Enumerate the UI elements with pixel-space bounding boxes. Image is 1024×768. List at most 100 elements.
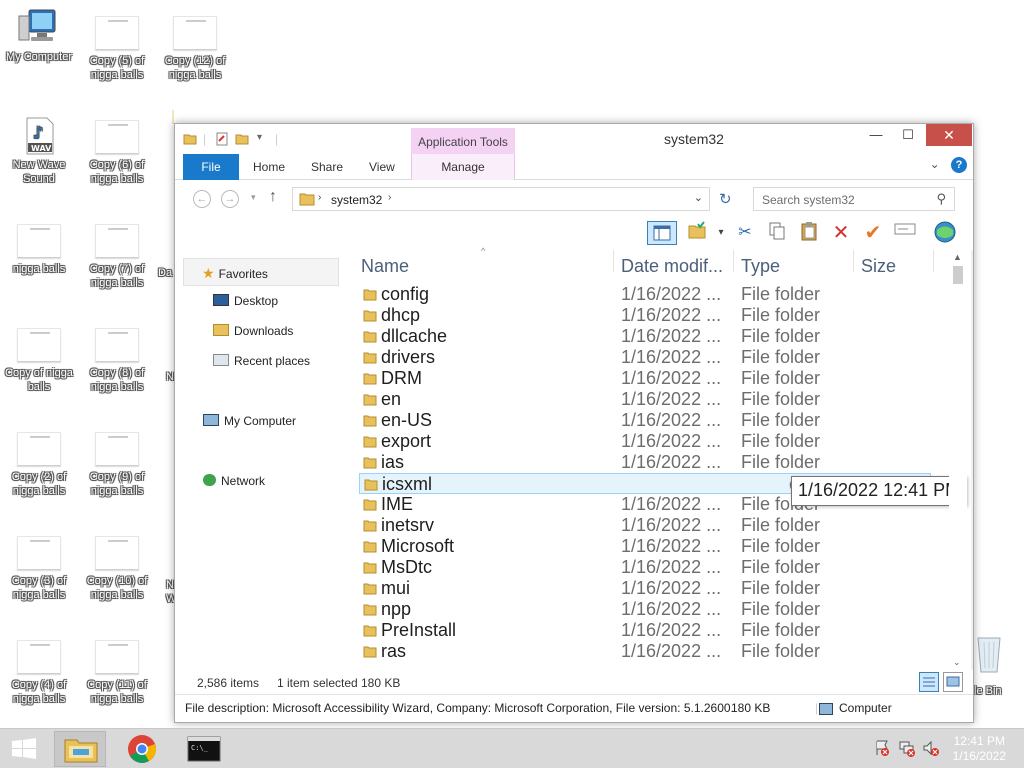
scroll-down-icon[interactable]: ⌄ xyxy=(953,657,961,668)
large-icons-view-button[interactable] xyxy=(943,672,963,692)
file-row[interactable]: mui 1/16/2022 ... File folder xyxy=(359,578,931,599)
file-row[interactable]: dhcp 1/16/2022 ... File folder xyxy=(359,305,931,326)
file-row[interactable]: en 1/16/2022 ... File folder xyxy=(359,389,931,410)
cut-icon[interactable]: ✂ xyxy=(733,221,757,245)
options-dropdown-icon[interactable]: ▾ xyxy=(709,221,733,245)
globe-icon[interactable] xyxy=(933,221,957,245)
nav-downloads[interactable]: Downloads xyxy=(213,324,293,338)
tab-home[interactable]: Home xyxy=(241,154,297,180)
desktop-icon-wave[interactable]: ♪ WAV New Wave Sound xyxy=(0,116,78,186)
file-row[interactable]: npp 1/16/2022 ... File folder xyxy=(359,599,931,620)
file-row[interactable]: drivers 1/16/2022 ... File folder xyxy=(359,347,931,368)
file-row[interactable]: ias 1/16/2022 ... File folder xyxy=(359,452,931,473)
copy-icon[interactable] xyxy=(765,221,789,245)
expand-ribbon-icon[interactable]: ⌄ xyxy=(930,157,940,171)
scroll-up-icon[interactable]: ▲ xyxy=(953,252,962,262)
desktop-icon-file[interactable]: Copy (6) of nigga balls xyxy=(78,116,156,186)
tab-file[interactable]: File xyxy=(183,154,239,180)
preview-pane-button[interactable] xyxy=(647,221,677,245)
taskbar-chrome[interactable] xyxy=(116,731,168,767)
desktop-icon-file[interactable]: Copy (8) of nigga balls xyxy=(78,324,156,394)
scrollbar-thumb[interactable] xyxy=(953,266,963,284)
file-row[interactable]: config 1/16/2022 ... File folder xyxy=(359,284,931,305)
breadcrumb-arrow-icon[interactable]: › xyxy=(388,192,391,203)
address-dropdown-icon[interactable]: ⌄ xyxy=(694,191,703,204)
folder-icon xyxy=(363,289,377,301)
column-header-type[interactable]: Type xyxy=(741,256,780,277)
vertical-scrollbar[interactable]: ▲ ⌄ xyxy=(949,250,967,670)
file-row[interactable]: Microsoft 1/16/2022 ... File folder xyxy=(359,536,931,557)
breadcrumb-arrow-icon[interactable]: › xyxy=(318,192,321,203)
file-row[interactable]: ras 1/16/2022 ... File folder xyxy=(359,641,931,662)
volume-muted-icon[interactable] xyxy=(922,739,940,757)
navigation-pane: ★ Favorites Desktop Downloads Recent plac… xyxy=(175,250,351,670)
folder-icon xyxy=(363,583,377,595)
desktop-icon-recycle-bin[interactable]: le Bin xyxy=(974,634,1024,697)
title-bar[interactable]: | ▾ | Application Tools system32 — ☐ ✕ xyxy=(175,124,973,154)
desktop-icon-file[interactable]: Copy (11) of nigga balls xyxy=(78,636,156,706)
nav-network[interactable]: Network xyxy=(203,474,265,488)
help-icon[interactable]: ? xyxy=(951,157,967,173)
file-row[interactable]: en-US 1/16/2022 ... File folder xyxy=(359,410,931,431)
forward-button[interactable]: → xyxy=(221,190,239,208)
desktop-icon-file[interactable]: nigga balls xyxy=(0,220,78,276)
file-row[interactable]: dllcache 1/16/2022 ... File folder xyxy=(359,326,931,347)
nav-recent-places[interactable]: Recent places xyxy=(213,354,310,368)
refresh-icon[interactable]: ↻ xyxy=(719,190,732,208)
file-type: File folder xyxy=(741,389,821,409)
recent-locations-icon[interactable]: ▾ xyxy=(251,192,256,203)
desktop-icon-my-computer[interactable]: My Computer xyxy=(0,8,78,64)
nav-favorites[interactable]: ★ Favorites xyxy=(183,258,339,286)
column-divider[interactable] xyxy=(613,250,614,272)
column-header-size[interactable]: Size xyxy=(861,256,896,277)
tab-share[interactable]: Share xyxy=(299,154,355,180)
properties-check-icon[interactable]: ✔ xyxy=(861,221,885,245)
file-row[interactable]: DRM 1/16/2022 ... File folder xyxy=(359,368,931,389)
folder-icon xyxy=(363,394,377,406)
paste-icon[interactable] xyxy=(797,221,821,245)
taskbar-clock[interactable]: 12:41 PM 1/16/2022 xyxy=(953,734,1006,764)
network-status-icon[interactable] xyxy=(898,739,916,757)
search-placeholder: Search system32 xyxy=(762,193,855,207)
folder-options-icon[interactable] xyxy=(685,221,709,245)
desktop-icon-file[interactable]: Copy (3) of nigga balls xyxy=(0,532,78,602)
column-divider[interactable] xyxy=(733,250,734,272)
delete-icon[interactable]: ✕ xyxy=(829,221,853,245)
action-center-icon[interactable] xyxy=(874,739,890,757)
nav-my-computer[interactable]: My Computer xyxy=(203,414,296,428)
desktop-icon-file[interactable]: Copy (10) of nigga balls xyxy=(78,532,156,602)
tab-view[interactable]: View xyxy=(357,154,407,180)
minimize-button[interactable]: — xyxy=(859,124,893,146)
file-row[interactable]: inetsrv 1/16/2022 ... File folder xyxy=(359,515,931,536)
folder-icon xyxy=(363,646,377,658)
desktop-icon-file[interactable]: Copy (2) of nigga balls xyxy=(0,428,78,498)
start-button[interactable] xyxy=(0,731,48,767)
file-row[interactable]: PreInstall 1/16/2022 ... File folder xyxy=(359,620,931,641)
desktop-icon-file[interactable]: Copy of nigga balls xyxy=(0,324,78,394)
file-row[interactable]: MsDtc 1/16/2022 ... File folder xyxy=(359,557,931,578)
desktop-icon-file[interactable]: Copy (9) of nigga balls xyxy=(78,428,156,498)
search-input[interactable]: Search system32 ⚲ xyxy=(753,187,955,211)
column-divider[interactable] xyxy=(853,250,854,272)
column-header-date[interactable]: Date modif... xyxy=(621,256,723,277)
taskbar-command-prompt[interactable]: C:\_ xyxy=(178,731,230,767)
up-button[interactable]: ↑ xyxy=(269,188,277,206)
nav-desktop[interactable]: Desktop xyxy=(213,294,278,308)
maximize-button[interactable]: ☐ xyxy=(891,124,925,146)
details-view-button[interactable] xyxy=(919,672,939,692)
close-button[interactable]: ✕ xyxy=(926,124,972,146)
file-row[interactable]: export 1/16/2022 ... File folder xyxy=(359,431,931,452)
item-count: 2,586 items xyxy=(197,676,260,690)
column-divider[interactable] xyxy=(933,250,934,272)
column-header-name[interactable]: Name xyxy=(361,256,409,277)
desktop-icon-file[interactable]: Copy (4) of nigga balls xyxy=(0,636,78,706)
tab-manage[interactable]: Manage xyxy=(411,154,515,180)
desktop-icon-file[interactable]: Copy (7) of nigga balls xyxy=(78,220,156,290)
desktop-icon-file[interactable]: Copy (5) of nigga balls xyxy=(78,12,156,82)
taskbar-file-explorer[interactable] xyxy=(54,731,106,767)
breadcrumb-system32[interactable]: system32 xyxy=(331,193,382,207)
back-button[interactable]: ← xyxy=(193,190,211,208)
rename-icon[interactable] xyxy=(893,221,917,245)
desktop-icon-file[interactable]: Copy (12) of nigga balls xyxy=(156,12,234,82)
address-bar[interactable]: › system32 › ⌄ xyxy=(292,187,710,211)
